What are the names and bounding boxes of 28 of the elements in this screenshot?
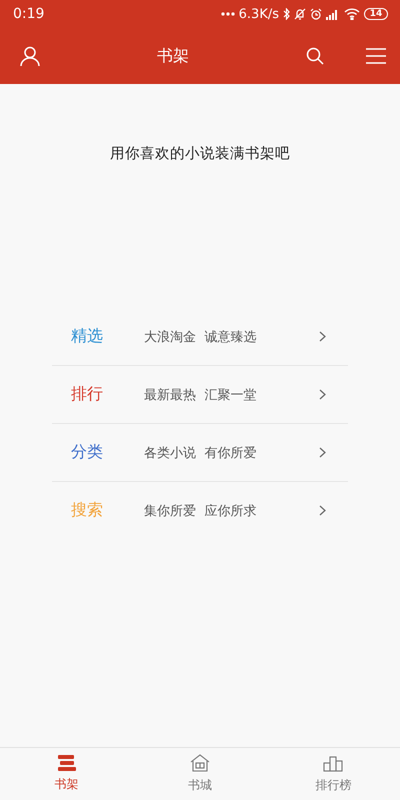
category-entry[interactable]: 搜索 集你所爱 应你所求 [52, 482, 348, 539]
signal-icon [326, 8, 340, 20]
battery-icon: 14 [364, 8, 388, 20]
chevron-icon [319, 505, 326, 516]
tab[interactable]: 书城 [133, 748, 267, 800]
status-time: 0:19 [13, 6, 46, 22]
bell-off-icon [294, 8, 306, 20]
network-speed: 6.3K/s [238, 6, 279, 22]
house-icon [190, 754, 210, 772]
tab[interactable]: 书架 [0, 748, 134, 800]
user-icon[interactable] [20, 46, 40, 66]
bluetooth-icon [283, 8, 290, 20]
chevron-icon [319, 389, 326, 400]
dots-icon [220, 12, 235, 16]
header-title: 书架 [156, 46, 190, 66]
category-entry[interactable]: 分类 各类小说 有你所爱 [52, 424, 348, 482]
chevron-icon [319, 447, 326, 458]
empty-shelf-message: 用你喜欢的小说装满书架吧 [109, 145, 291, 164]
podium-icon [323, 754, 344, 772]
wifi-icon [344, 8, 360, 20]
category-entry[interactable]: 精选 大浪淘金 诚意臻选 [52, 308, 348, 366]
search-icon[interactable] [306, 47, 324, 65]
alarm-icon [310, 8, 322, 20]
menu-icon[interactable] [366, 48, 386, 64]
tab[interactable]: 排行榜 [266, 748, 400, 800]
category-entry[interactable]: 排行 最新最热 汇聚一堂 [52, 366, 348, 424]
chevron-icon [319, 331, 326, 342]
books-icon [58, 755, 76, 771]
